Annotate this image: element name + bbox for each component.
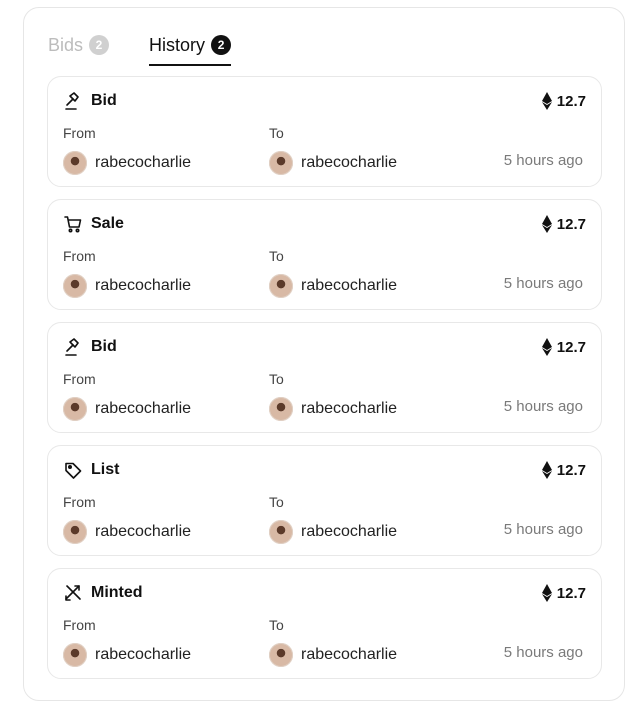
to-user[interactable]: rabecocharlie (269, 397, 397, 421)
event-price: 12.7 (541, 92, 586, 110)
to-label: To (269, 617, 284, 633)
history-item: Bid 12.7 From To rabecocharlie rabecocha… (47, 322, 602, 433)
to-username: rabecocharlie (301, 154, 398, 171)
event-time: 5 hours ago (503, 398, 583, 415)
to-user[interactable]: rabecocharlie (269, 643, 397, 667)
ethereum-icon (541, 461, 552, 479)
to-label: To (269, 494, 284, 510)
event-price-value: 12.7 (556, 461, 586, 479)
ethereum-icon (541, 338, 552, 356)
from-user[interactable]: rabecocharlie (63, 397, 191, 421)
event-type-label: Sale (91, 215, 124, 232)
avatar (269, 397, 293, 421)
history-item: List 12.7 From To rabecocharlie rabecoch… (47, 445, 602, 556)
event-type-label: Bid (91, 92, 117, 109)
event-type-label: Minted (91, 584, 143, 601)
gavel-icon (63, 337, 83, 357)
event-price: 12.7 (541, 584, 586, 602)
avatar (63, 520, 87, 544)
avatar (63, 274, 87, 298)
to-username: rabecocharlie (301, 277, 398, 294)
tab-history-label: History (149, 34, 206, 55)
to-username: rabecocharlie (301, 646, 398, 663)
from-label: From (63, 248, 96, 264)
from-username: rabecocharlie (95, 154, 192, 171)
to-user[interactable]: rabecocharlie (269, 151, 397, 175)
to-label: To (269, 371, 284, 387)
history-item: Bid 12.7 From To rabecocharlie rabecocha… (47, 76, 602, 187)
event-price-value: 12.7 (556, 92, 586, 110)
event-price: 12.7 (541, 338, 586, 356)
tab-history[interactable]: History 2 (149, 32, 232, 66)
avatar (269, 274, 293, 298)
history-item: Minted 12.7 From To rabecocharlie rabeco… (47, 568, 602, 679)
tab-history-count-badge: 2 (211, 35, 232, 55)
tag-icon (63, 460, 83, 480)
from-label: From (63, 125, 96, 141)
event-price: 12.7 (541, 215, 586, 233)
to-label: To (269, 248, 284, 264)
cart-icon (63, 214, 83, 234)
from-username: rabecocharlie (95, 400, 192, 417)
avatar (63, 151, 87, 175)
avatar (269, 151, 293, 175)
minted-icon (63, 583, 83, 603)
history-item: Sale 12.7 From To rabecocharlie rabecoch… (47, 199, 602, 310)
event-type-label: Bid (91, 338, 117, 355)
from-label: From (63, 371, 96, 387)
from-username: rabecocharlie (95, 523, 192, 540)
to-username: rabecocharlie (301, 523, 398, 540)
event-type-label: List (91, 461, 120, 478)
from-user[interactable]: rabecocharlie (63, 520, 191, 544)
event-time: 5 hours ago (503, 521, 583, 538)
avatar (269, 643, 293, 667)
event-price-value: 12.7 (556, 584, 586, 602)
from-user[interactable]: rabecocharlie (63, 643, 191, 667)
tab-bids-label: Bids (48, 34, 84, 55)
from-username: rabecocharlie (95, 646, 192, 663)
event-time: 5 hours ago (503, 644, 583, 661)
from-label: From (63, 494, 96, 510)
tab-bar: Bids 2 History 2 (48, 32, 232, 68)
tab-bids[interactable]: Bids 2 (48, 32, 110, 58)
tab-bids-count-badge: 2 (89, 35, 110, 55)
event-time: 5 hours ago (503, 275, 583, 292)
event-price-value: 12.7 (556, 338, 586, 356)
avatar (269, 520, 293, 544)
ethereum-icon (541, 584, 552, 602)
from-user[interactable]: rabecocharlie (63, 274, 191, 298)
to-user[interactable]: rabecocharlie (269, 274, 397, 298)
to-label: To (269, 125, 284, 141)
event-price-value: 12.7 (556, 215, 586, 233)
to-user[interactable]: rabecocharlie (269, 520, 397, 544)
ethereum-icon (541, 92, 552, 110)
gavel-icon (63, 91, 83, 111)
avatar (63, 643, 87, 667)
from-label: From (63, 617, 96, 633)
event-time: 5 hours ago (503, 152, 583, 169)
from-username: rabecocharlie (95, 277, 192, 294)
to-username: rabecocharlie (301, 400, 398, 417)
history-panel: Bids 2 History 2 Bid 12.7 From To rabeco… (23, 7, 625, 701)
ethereum-icon (541, 215, 552, 233)
from-user[interactable]: rabecocharlie (63, 151, 191, 175)
event-price: 12.7 (541, 461, 586, 479)
avatar (63, 397, 87, 421)
